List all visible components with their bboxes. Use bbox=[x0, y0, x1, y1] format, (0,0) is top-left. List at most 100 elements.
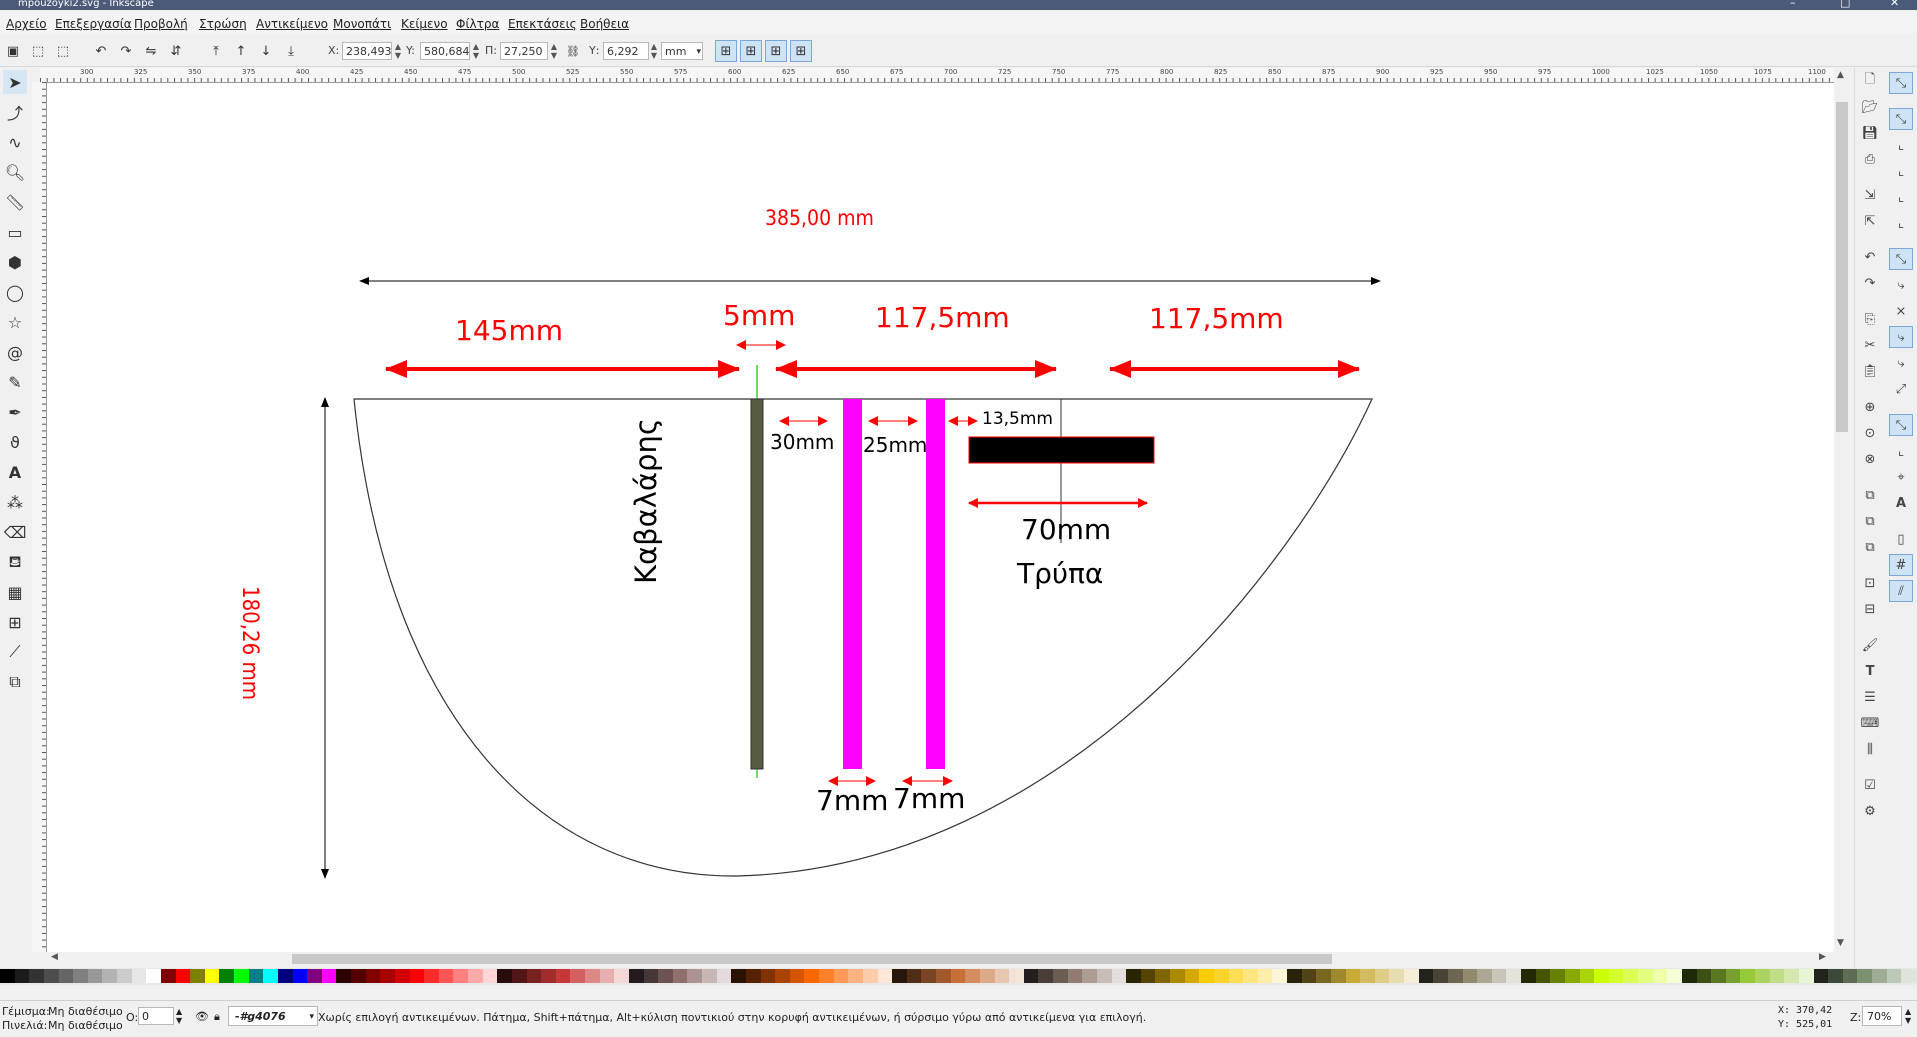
snap-text-baseline-icon[interactable]: A bbox=[1889, 492, 1913, 514]
snap-grid-icon[interactable]: # bbox=[1889, 554, 1913, 576]
menu-extensions[interactable]: Επεκτάσεις bbox=[508, 17, 577, 31]
palette-swatch[interactable] bbox=[292, 969, 308, 983]
palette-swatch[interactable] bbox=[263, 969, 278, 983]
height-spinner[interactable]: ▲ ▼ bbox=[649, 42, 659, 60]
color-palette[interactable] bbox=[0, 968, 1917, 985]
copy-icon[interactable]: ⎘ bbox=[1858, 308, 1882, 330]
snap-smooth-icon[interactable]: ⤷ bbox=[1889, 352, 1913, 374]
rectangle-tool-icon[interactable]: ▭ bbox=[3, 220, 27, 244]
eye-icon[interactable]: 👁︎ bbox=[195, 1010, 209, 1023]
palette-swatch[interactable] bbox=[1638, 969, 1653, 983]
palette-swatch[interactable] bbox=[1521, 969, 1536, 983]
palette-swatch[interactable] bbox=[394, 969, 410, 983]
palette-swatch[interactable] bbox=[1784, 969, 1799, 983]
snap-bbox-centers-icon[interactable]: ⌞ bbox=[1889, 212, 1913, 234]
document-properties-icon[interactable]: ☑ bbox=[1858, 774, 1882, 796]
select-all-icon[interactable]: ▣ bbox=[2, 40, 24, 62]
palette-swatch[interactable] bbox=[1623, 969, 1638, 983]
palette-swatch[interactable] bbox=[1813, 969, 1829, 983]
scroll-down-icon[interactable]: ▼ bbox=[1837, 938, 1844, 948]
raise-to-top-icon[interactable]: ⤒ bbox=[205, 40, 227, 62]
palette-swatch[interactable] bbox=[1608, 969, 1624, 983]
unit-select[interactable]: mm ▾ bbox=[661, 42, 703, 60]
height-field[interactable]: 6,292 bbox=[603, 42, 649, 60]
palette-swatch[interactable] bbox=[1901, 969, 1916, 983]
palette-swatch[interactable] bbox=[1550, 969, 1565, 983]
palette-swatch[interactable] bbox=[1111, 969, 1127, 983]
snap-cusp-icon[interactable]: ⤷ bbox=[1889, 326, 1913, 348]
palette-swatch[interactable] bbox=[1594, 969, 1609, 983]
snap-object-centers-icon[interactable]: ⌞ bbox=[1889, 440, 1913, 462]
palette-swatch[interactable] bbox=[936, 969, 951, 983]
palette-swatch[interactable] bbox=[1462, 969, 1478, 983]
fill-stroke-icon[interactable]: 🖌︎ bbox=[1858, 634, 1882, 656]
palette-swatch[interactable] bbox=[511, 969, 527, 983]
palette-swatch[interactable] bbox=[58, 969, 74, 983]
stroke-value[interactable]: Μη διαθέσιμο bbox=[48, 1019, 123, 1032]
width-spinner[interactable]: ▲ ▼ bbox=[549, 42, 559, 60]
palette-swatch[interactable] bbox=[1872, 969, 1887, 983]
palette-swatch[interactable] bbox=[277, 969, 293, 983]
palette-swatch[interactable] bbox=[1828, 969, 1843, 983]
menu-object[interactable]: Αντικείμενο bbox=[256, 17, 328, 31]
snap-guides-icon[interactable]: ⫽ bbox=[1889, 580, 1913, 602]
lock-ratio-icon[interactable]: ⛓ bbox=[562, 40, 584, 62]
save-icon[interactable]: 💾︎ bbox=[1858, 122, 1882, 144]
palette-swatch[interactable] bbox=[1170, 969, 1185, 983]
flip-horizontal-icon[interactable]: ⇋ bbox=[140, 40, 162, 62]
layers-icon[interactable]: ☰ bbox=[1858, 686, 1882, 708]
palette-swatch[interactable] bbox=[979, 969, 995, 983]
palette-swatch[interactable] bbox=[570, 969, 585, 983]
rotate-ccw-icon[interactable]: ↶ bbox=[90, 40, 112, 62]
palette-swatch[interactable] bbox=[1740, 969, 1755, 983]
menu-view[interactable]: Προβολή bbox=[134, 17, 188, 31]
lock-icon[interactable]: 🔒︎ bbox=[214, 1010, 220, 1024]
palette-swatch[interactable] bbox=[1213, 969, 1229, 983]
scroll-right-icon[interactable]: ▶ bbox=[1819, 952, 1826, 962]
star-tool-icon[interactable]: ☆ bbox=[3, 310, 27, 334]
paste-icon[interactable]: 📋︎ bbox=[1858, 360, 1882, 382]
palette-swatch[interactable] bbox=[307, 969, 322, 983]
palette-swatch[interactable] bbox=[1389, 969, 1404, 983]
dim-7b-label[interactable]: 7mm bbox=[893, 782, 965, 815]
select-all-layers-icon[interactable]: ⬚ bbox=[27, 40, 49, 62]
palette-swatch[interactable] bbox=[687, 969, 702, 983]
lower-icon[interactable]: ↓ bbox=[255, 40, 277, 62]
palette-swatch[interactable] bbox=[1257, 969, 1273, 983]
y-field[interactable]: 580,684 bbox=[420, 42, 470, 60]
palette-swatch[interactable] bbox=[175, 969, 191, 983]
palette-swatch[interactable] bbox=[424, 969, 439, 983]
snap-midpoints-icon[interactable]: ⤢ bbox=[1889, 378, 1913, 400]
palette-swatch[interactable] bbox=[160, 969, 176, 983]
palette-swatch[interactable] bbox=[658, 969, 673, 983]
dim-117a-label[interactable]: 117,5mm bbox=[875, 301, 1010, 334]
palette-swatch[interactable] bbox=[833, 969, 849, 983]
palette-swatch[interactable] bbox=[1199, 969, 1214, 983]
undo-icon[interactable]: ↶ bbox=[1858, 246, 1882, 268]
palette-swatch[interactable] bbox=[1696, 969, 1712, 983]
palette-swatch[interactable] bbox=[775, 969, 790, 983]
snap-rotation-centers-icon[interactable]: ⌖ bbox=[1889, 466, 1913, 488]
palette-swatch[interactable] bbox=[994, 969, 1010, 983]
eraser-tool-icon[interactable]: ⌫ bbox=[3, 520, 27, 544]
minimize-icon[interactable]: – bbox=[1790, 0, 1796, 8]
zoom-spinner[interactable]: ▲ ▼ bbox=[1905, 1007, 1911, 1025]
palette-swatch[interactable] bbox=[14, 969, 30, 983]
palette-swatch[interactable] bbox=[1857, 969, 1872, 983]
horizontal-scroll-thumb[interactable] bbox=[292, 954, 1332, 964]
palette-swatch[interactable] bbox=[819, 969, 834, 983]
menu-filters[interactable]: Φίλτρα bbox=[456, 17, 499, 31]
palette-swatch[interactable] bbox=[1725, 969, 1741, 983]
bridge-label[interactable]: Καβαλάρης bbox=[629, 418, 663, 584]
palette-swatch[interactable] bbox=[804, 969, 819, 983]
palette-swatch[interactable] bbox=[906, 969, 922, 983]
opacity-field[interactable]: 0 bbox=[138, 1007, 174, 1025]
clone-icon[interactable]: ⧉ bbox=[1858, 510, 1882, 532]
import-icon[interactable]: ⇲ bbox=[1858, 184, 1882, 206]
zoom-drawing-icon[interactable]: ⊙ bbox=[1858, 422, 1882, 444]
palette-swatch[interactable] bbox=[321, 969, 337, 983]
dim-7a-label[interactable]: 7mm bbox=[816, 784, 888, 817]
group-icon[interactable]: ⊡ bbox=[1858, 572, 1882, 594]
snap-bbox-midpoints-icon[interactable]: ⌞ bbox=[1889, 186, 1913, 208]
palette-swatch[interactable] bbox=[29, 969, 44, 983]
